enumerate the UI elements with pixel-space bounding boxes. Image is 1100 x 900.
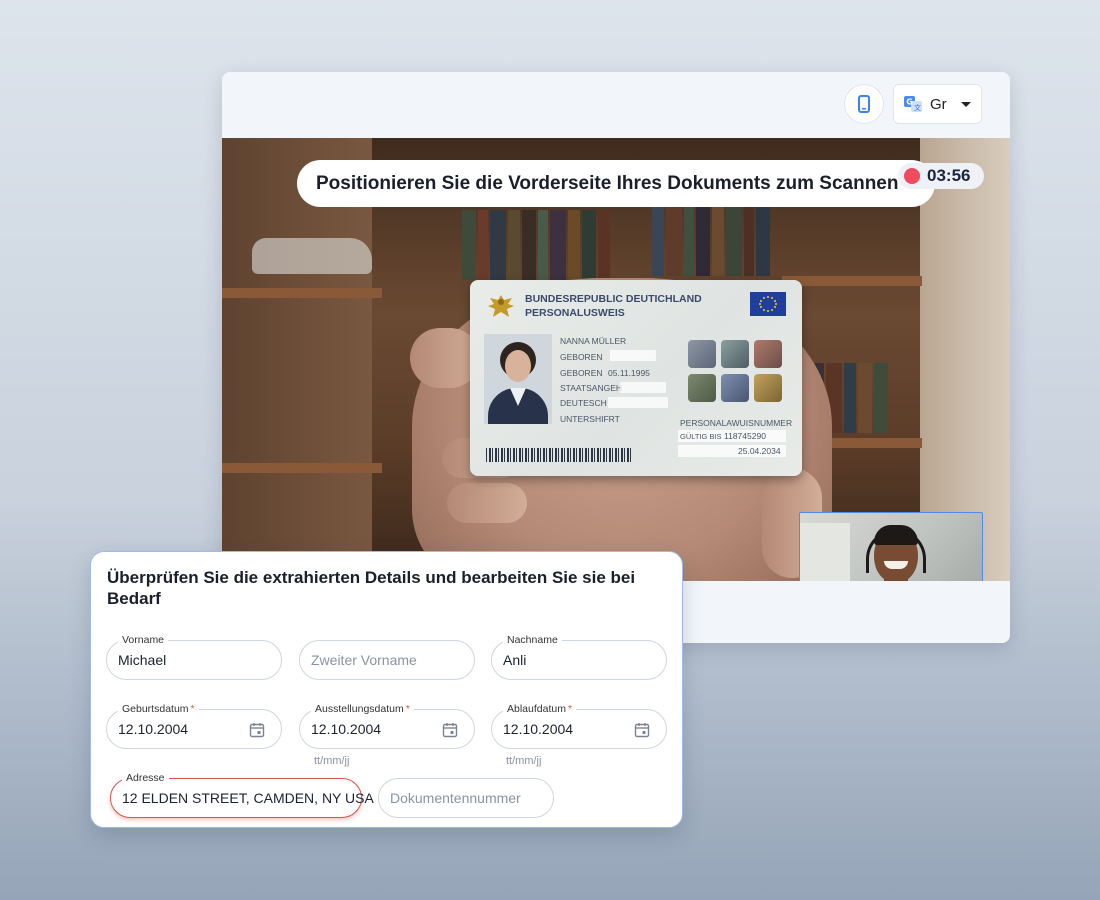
id-valid-date: 25.04.2034: [738, 446, 781, 456]
id-born-label: GEBOREN: [560, 352, 603, 362]
first-name-field[interactable]: Vorname Michael: [106, 633, 282, 680]
chevron-down-icon: [960, 101, 971, 107]
toolbar: G 文 Gr: [222, 72, 1010, 138]
expiry-date-hint: tt/mm/jj: [506, 755, 542, 767]
id-card-title: BUNDESREPUBLIC DEUTICHLAND: [525, 293, 702, 305]
address-label: Adresse: [122, 771, 169, 785]
address-value: 12 ELDEN STREET, CAMDEN, NY USA: [122, 790, 374, 806]
middle-name-field[interactable]: Zweiter Vorname: [299, 640, 475, 680]
bookshelf-board: [222, 463, 382, 473]
id-barcode: [486, 448, 632, 462]
expiry-date-field[interactable]: Ablaufdatum * 12.10.2004: [491, 702, 667, 749]
first-name-value: Michael: [118, 652, 167, 668]
expiry-date-value: 12.10.2004: [503, 721, 574, 737]
hologram-eagles: [688, 340, 784, 404]
smartphone-icon: [858, 95, 870, 113]
address-field[interactable]: Adresse 12 ELDEN STREET, CAMDEN, NY USA: [110, 771, 374, 818]
finger: [447, 483, 527, 523]
document-number-field[interactable]: Dokumentennummer: [378, 778, 554, 818]
id-card: BUNDESREPUBLIC DEUTICHLAND PERSONALUSWEI…: [470, 280, 802, 476]
recording-timer: 03:56: [898, 163, 984, 189]
translate-icon: G 文: [904, 96, 922, 112]
issue-date-field[interactable]: Ausstellungsdatum * 12.10.2004: [299, 702, 475, 749]
svg-text:文: 文: [914, 103, 921, 112]
document-number-placeholder: Dokumentennummer: [390, 790, 521, 806]
id-number: 118745290: [724, 431, 766, 441]
id-nationality: DEUTESCH: [560, 398, 607, 408]
id-born-date: 05.11.1995: [608, 368, 650, 378]
language-selector[interactable]: G 文 Gr: [893, 84, 982, 124]
svg-text:G: G: [906, 98, 913, 107]
birth-date-field[interactable]: Geburtsdatum * 12.10.2004: [106, 702, 282, 749]
issue-date-value: 12.10.2004: [311, 721, 382, 737]
calendar-icon[interactable]: [249, 722, 265, 738]
first-name-label: Vorname: [118, 633, 169, 647]
calendar-icon[interactable]: [634, 722, 650, 738]
birth-date-value: 12.10.2004: [118, 721, 189, 737]
id-number-label: PERSONALAWUISNUMMER: [680, 418, 793, 428]
timer-value: 03:56: [927, 166, 971, 185]
eu-flag-icon: [750, 292, 786, 316]
bookshelf-board: [222, 288, 382, 298]
bookshelf-board: [782, 276, 922, 286]
issue-date-hint: tt/mm/jj: [314, 755, 350, 767]
id-card-photo: [484, 334, 552, 424]
birth-date-label: Geburtsdatum *: [118, 702, 199, 716]
scan-instruction: Positionieren Sie die Vorderseite Ihres …: [297, 160, 935, 207]
id-born-date-label: GEBOREN: [560, 368, 603, 378]
eagle-emblem-icon: [488, 295, 514, 317]
id-card-subtitle: PERSONALUSWEIS: [525, 307, 625, 319]
expiry-date-label: Ablaufdatum *: [503, 702, 577, 716]
last-name-label: Nachname: [503, 633, 562, 647]
bookshelf-books: [462, 210, 610, 280]
issue-date-label: Ausstellungsdatum *: [311, 702, 414, 716]
agent-video-tile[interactable]: [799, 512, 983, 581]
calendar-icon[interactable]: [442, 722, 458, 738]
extracted-details-form: Überprüfen Sie die extrahierten Details …: [90, 551, 683, 828]
id-nationality-label: STAATSANGEH: [560, 383, 623, 393]
id-name: NANNA MÜLLER: [560, 336, 627, 346]
device-toggle-button[interactable]: [844, 84, 884, 124]
form-title: Überprüfen Sie die extrahierten Details …: [107, 568, 636, 608]
last-name-value: Anli: [503, 652, 527, 668]
decor-model-car: [252, 238, 372, 274]
last-name-field[interactable]: Nachname Anli: [491, 633, 667, 680]
language-label: Gr: [930, 95, 947, 113]
middle-name-placeholder: Zweiter Vorname: [311, 652, 417, 668]
id-valid-label: GÜLTIG BIS: [680, 432, 722, 441]
bookshelf-books: [652, 206, 770, 276]
camera-feed: BUNDESREPUBLIC DEUTICHLAND PERSONALUSWEI…: [222, 138, 1010, 581]
id-signature-label: UNTERSHIFRT: [560, 414, 620, 424]
recording-dot-icon: [904, 168, 920, 184]
